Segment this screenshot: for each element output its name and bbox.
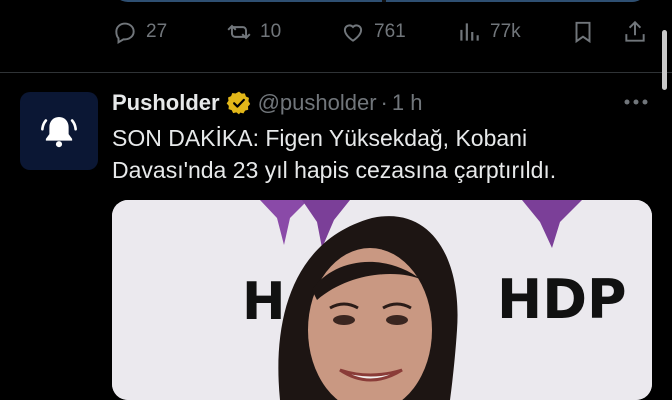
sign-text-right: HDP xyxy=(497,268,627,331)
tweet-text-line-2: Davası'nda 23 yıl hapis cezasına çarptır… xyxy=(112,157,557,183)
share-icon xyxy=(625,20,645,42)
views-count: 77k xyxy=(490,21,521,42)
tweet-text-line-1: SON DAKİKA: Figen Yüksekdağ, Kobani xyxy=(112,125,528,151)
like-count: 761 xyxy=(374,21,406,42)
bookmark-button[interactable] xyxy=(570,14,596,50)
share-button[interactable] xyxy=(622,14,648,50)
bell-icon xyxy=(41,117,77,148)
separator-dot: · xyxy=(380,90,388,115)
handle[interactable]: @pusholder xyxy=(258,90,377,116)
views-icon xyxy=(460,23,479,41)
display-name[interactable]: Pusholder xyxy=(112,90,220,116)
retweet-count: 10 xyxy=(260,21,282,42)
retweet-icon xyxy=(227,24,251,40)
scrollbar[interactable] xyxy=(662,30,667,90)
more-dots-icon[interactable] xyxy=(622,92,650,112)
sign-letter-left: H xyxy=(242,272,286,332)
views-button[interactable]: 77k xyxy=(456,14,521,50)
retweet-button[interactable]: 10 xyxy=(226,14,281,50)
reply-icon xyxy=(115,22,135,45)
verified-gold-icon xyxy=(226,91,250,115)
avatar[interactable] xyxy=(20,92,98,170)
bookmark-icon xyxy=(575,21,591,44)
reply-button[interactable]: 27 xyxy=(112,14,167,50)
tweet-divider xyxy=(0,72,672,73)
tweet-photo[interactable]: H HDP xyxy=(112,200,652,400)
previous-tweet-actions: 27 10 761 77k xyxy=(112,14,660,50)
tweet-header: Pusholder @pusholder · 1 h xyxy=(112,86,422,120)
previous-tweet-media[interactable] xyxy=(112,0,648,2)
tweet-text: SON DAKİKA: Figen Yüksekdağ, Kobani Dava… xyxy=(112,122,652,186)
reply-count: 27 xyxy=(146,21,168,42)
heart-icon xyxy=(343,24,363,42)
tweet-time[interactable]: 1 h xyxy=(392,90,423,116)
media-divider xyxy=(382,0,386,2)
like-button[interactable]: 761 xyxy=(340,14,406,50)
